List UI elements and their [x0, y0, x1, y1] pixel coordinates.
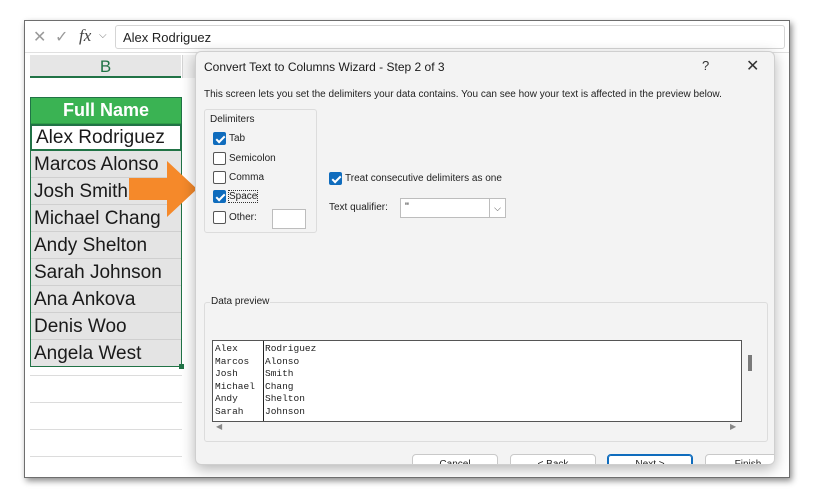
comma-checkbox[interactable]: Comma [213, 171, 264, 184]
checkbox-unchecked-icon[interactable] [213, 152, 226, 165]
checkbox-unchecked-icon[interactable] [213, 211, 226, 224]
dialog-description: This screen lets you set the delimiters … [204, 89, 722, 100]
active-cell[interactable]: Alex Rodriguez [30, 124, 182, 151]
table-row[interactable]: Angela West [30, 340, 182, 367]
chevron-down-icon[interactable]: ⌵ [99, 30, 107, 41]
text-to-columns-dialog: Convert Text to Columns Wizard - Step 2 … [195, 51, 775, 465]
preview-column-2: Rodriguez Alonso Smith Chang Shelton Joh… [265, 343, 316, 418]
other-label: Other: [229, 212, 257, 223]
space-label: Space [227, 190, 259, 203]
data-preview-box[interactable]: Alex Marcos Josh Michael Andy Sarah Rodr… [212, 340, 742, 422]
list-item: Rodriguez [265, 343, 317, 354]
cancel-entry-icon[interactable]: ✕ [33, 27, 46, 47]
formula-bar: ✕ ✓ fx ⌵ Alex Rodriguez [25, 21, 789, 53]
text-qualifier-value: " [405, 201, 409, 213]
preview-horizontal-scrollbar[interactable]: ◀ ▶ [212, 422, 742, 434]
preview-column-1: Alex Marcos Josh Michael Andy Sarah [215, 343, 255, 418]
other-delimiter-input[interactable] [272, 209, 306, 229]
table-row[interactable]: Andy Shelton [30, 232, 182, 259]
list-item: Marcos [215, 355, 250, 367]
back-button[interactable]: < Back [510, 454, 596, 464]
list-item: Sarah [215, 405, 244, 417]
treat-consecutive-label: Treat consecutive delimiters as one [345, 173, 502, 184]
text-qualifier-label: Text qualifier: [329, 202, 388, 213]
column-header-b[interactable]: B [30, 55, 181, 78]
list-item: Michael [215, 380, 255, 392]
preview-vertical-scrollbar[interactable] [748, 355, 752, 371]
other-checkbox[interactable]: Other: [213, 211, 257, 224]
data-preview-label: Data preview [210, 296, 271, 307]
scroll-left-icon[interactable]: ◀ [216, 422, 222, 431]
list-item: Andy [215, 393, 238, 404]
comma-label: Comma [229, 172, 265, 183]
text-qualifier-select[interactable]: " ⌵ [400, 198, 506, 218]
list-item: Chang [265, 380, 294, 392]
list-item: Alex [215, 343, 238, 354]
cancel-button[interactable]: Cancel [412, 454, 498, 464]
chevron-down-icon[interactable]: ⌵ [489, 199, 505, 217]
insert-function-icon[interactable]: fx [79, 26, 91, 46]
list-item: Josh [215, 368, 238, 379]
scroll-right-icon[interactable]: ▶ [730, 422, 736, 431]
header-cell[interactable]: Full Name [30, 97, 182, 124]
space-checkbox[interactable]: Space [213, 190, 259, 203]
fill-handle[interactable] [179, 364, 184, 369]
confirm-entry-icon[interactable]: ✓ [55, 27, 68, 47]
column-break-line[interactable] [263, 341, 264, 421]
formula-input[interactable]: Alex Rodriguez [115, 25, 785, 49]
delimiters-legend: Delimiters [210, 114, 255, 125]
list-item: Smith [265, 368, 294, 379]
semicolon-label: Semicolon [229, 153, 276, 164]
tab-checkbox[interactable]: Tab [213, 132, 245, 145]
close-button[interactable]: ✕ [746, 56, 759, 76]
checkbox-checked-icon[interactable] [213, 132, 226, 145]
table-row[interactable]: Ana Ankova [30, 286, 182, 313]
list-item: Shelton [265, 393, 305, 404]
finish-button[interactable]: Finish [705, 454, 774, 464]
checkbox-checked-icon[interactable] [213, 190, 226, 203]
treat-consecutive-checkbox[interactable]: Treat consecutive delimiters as one [329, 172, 502, 185]
excel-window: ✕ ✓ fx ⌵ Alex Rodriguez B Full Name Alex… [24, 20, 790, 478]
dialog-title: Convert Text to Columns Wizard - Step 2 … [204, 60, 445, 74]
tab-label: Tab [229, 133, 246, 144]
arrow-icon [129, 161, 197, 217]
list-item: Alonso [265, 355, 300, 367]
table-row[interactable]: Sarah Johnson [30, 259, 182, 286]
checkbox-unchecked-icon[interactable] [213, 171, 226, 184]
table-row[interactable]: Denis Woo [30, 313, 182, 340]
semicolon-checkbox[interactable]: Semicolon [213, 152, 276, 165]
help-button[interactable]: ? [702, 58, 709, 73]
checkbox-checked-icon[interactable] [329, 172, 342, 185]
cell-range: Full Name Alex Rodriguez Marcos Alonso J… [30, 97, 182, 367]
next-button[interactable]: Next > [607, 454, 693, 464]
list-item: Johnson [265, 405, 305, 417]
